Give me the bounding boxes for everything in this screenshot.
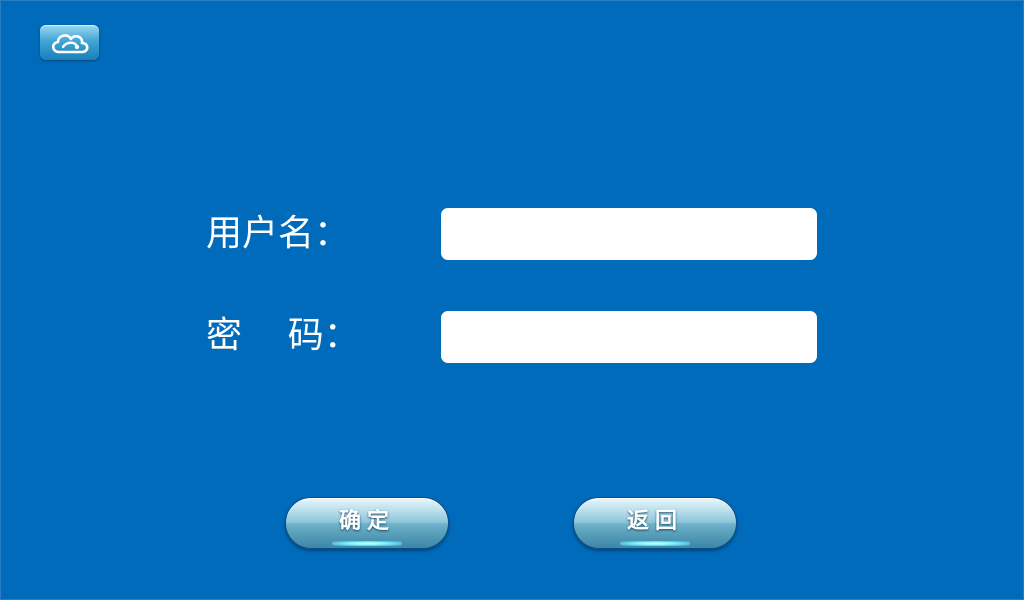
password-label: 密 码： (206, 315, 360, 356)
confirm-button[interactable]: 确定 (285, 497, 449, 549)
button-glow (332, 541, 402, 546)
username-label: 用户名： (206, 213, 351, 254)
back-button-label: 返回 (626, 509, 683, 534)
login-screen: 用户名： 密 码： 确定 返回 (0, 0, 1024, 600)
username-input[interactable] (441, 208, 817, 260)
back-button[interactable]: 返回 (573, 497, 737, 549)
confirm-button-label: 确定 (338, 509, 395, 534)
password-input[interactable] (441, 311, 817, 363)
button-glow (620, 541, 690, 546)
cloud-logo-icon[interactable] (40, 25, 99, 60)
